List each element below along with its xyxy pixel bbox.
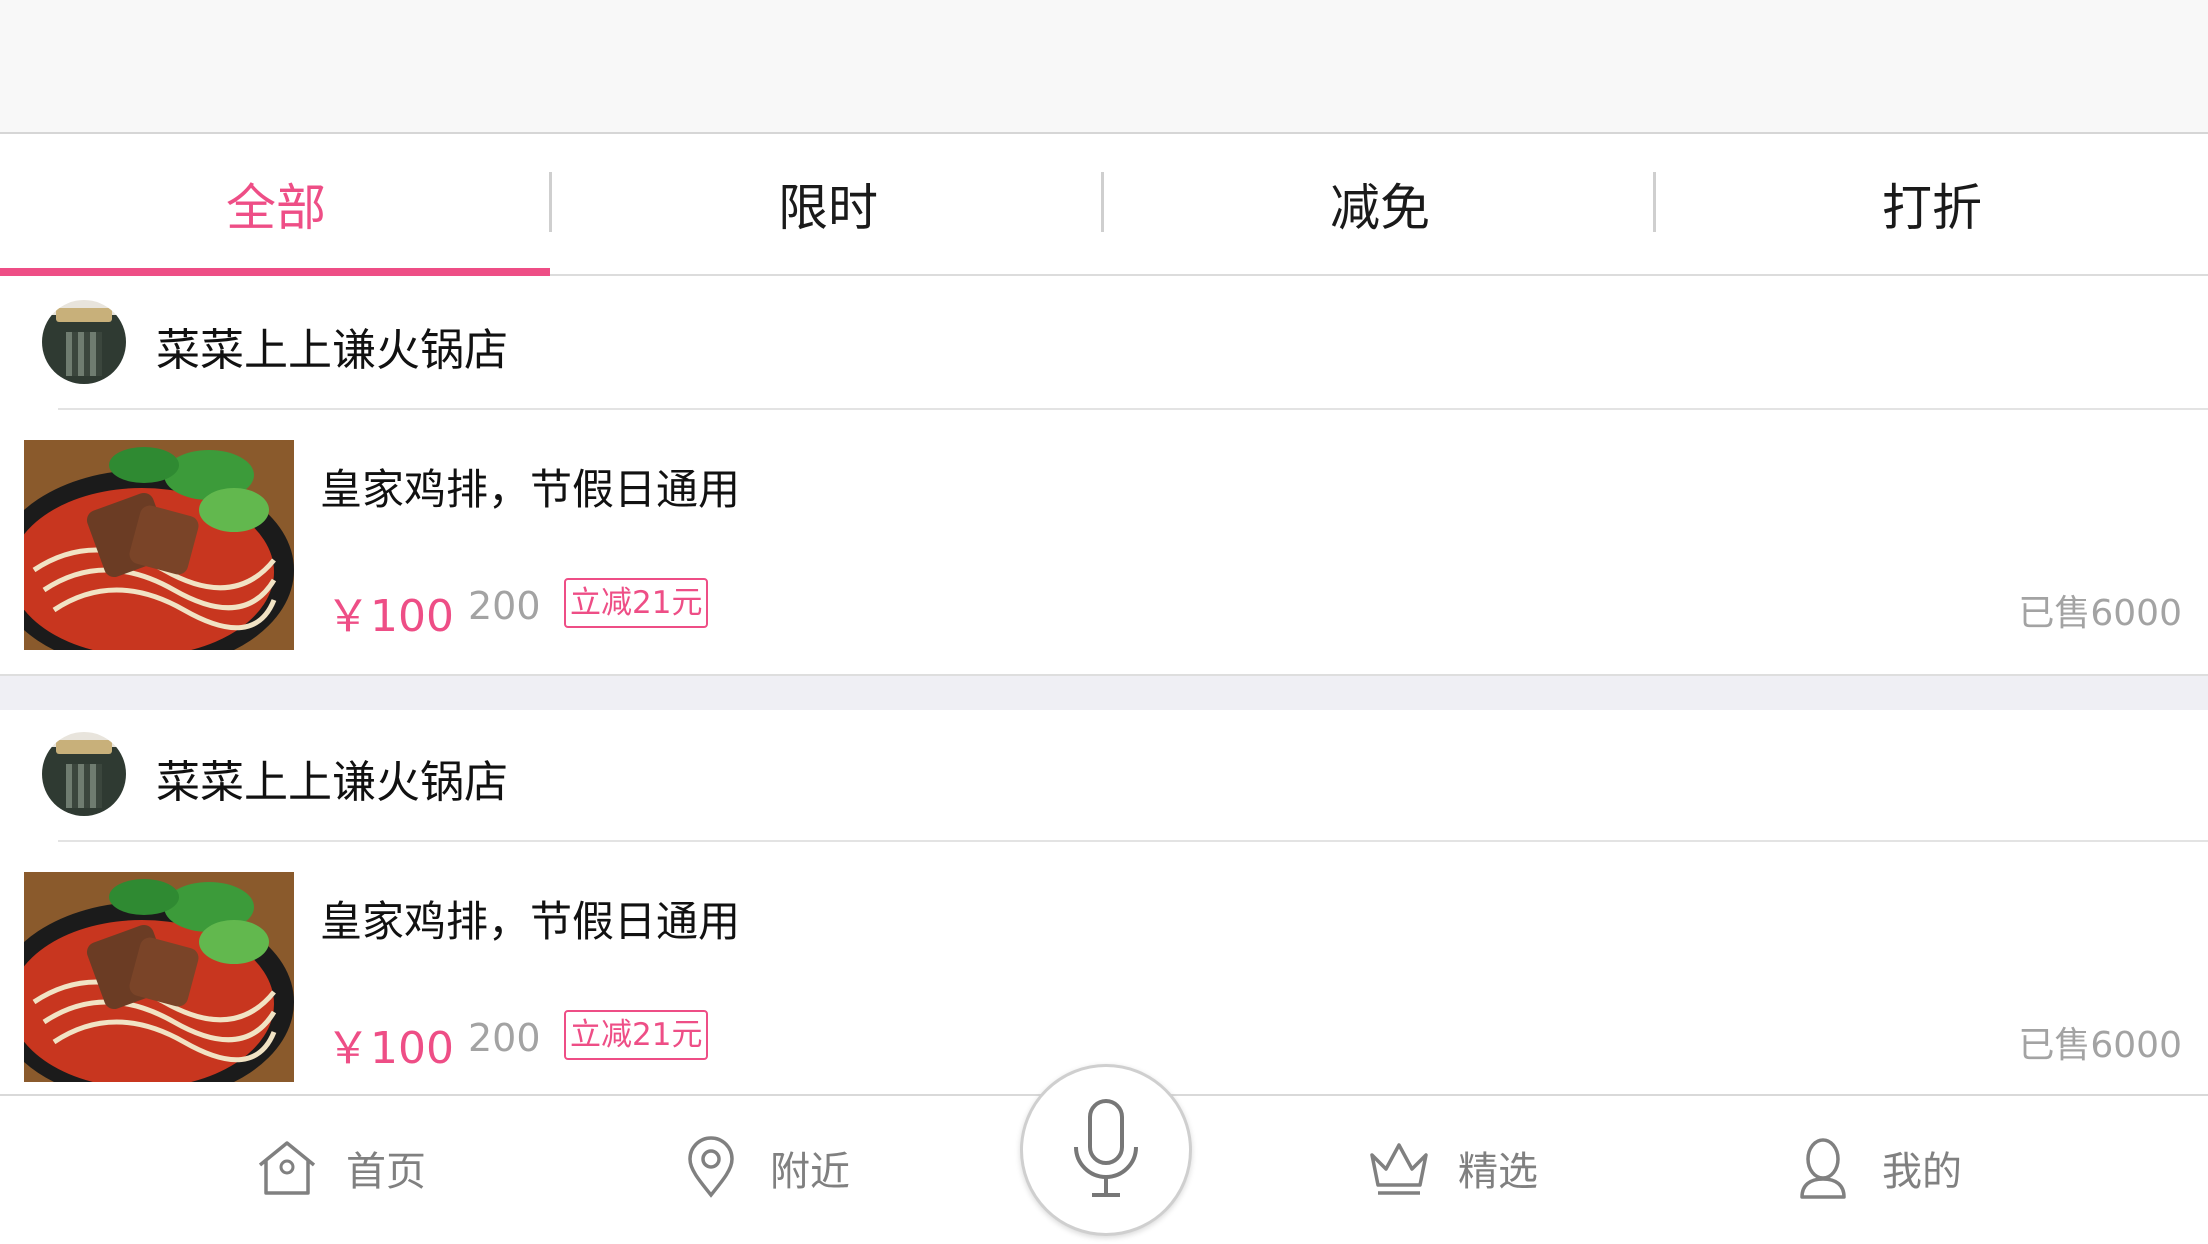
tab-all[interactable]: 全部 [0, 134, 552, 276]
deal-card[interactable]: 菜菜上上谦火锅店 皇家鸡排，节假日通用 ￥100 200 立减21元 已售600… [0, 710, 2208, 1104]
original-price: 200 [468, 1016, 541, 1060]
deal-thumbnail [24, 872, 294, 1082]
shop-row[interactable]: 菜菜上上谦火锅店 [0, 278, 2208, 408]
tab-label: 打折 [1882, 179, 1982, 237]
user-icon [1800, 1138, 1846, 1199]
deal-title: 皇家鸡排，节假日通用 [320, 897, 741, 946]
deal-price: ￥100 [326, 591, 454, 642]
deal-title: 皇家鸡排，节假日通用 [320, 465, 741, 514]
shop-name: 菜菜上上谦火锅店 [156, 325, 508, 376]
shop-name: 菜菜上上谦火锅店 [156, 757, 508, 808]
discount-badge: 立减21元 [564, 578, 709, 628]
section-gap [0, 674, 2208, 712]
shop-avatar [42, 732, 126, 816]
tab-label: 全部 [226, 179, 326, 237]
deal-card[interactable]: 菜菜上上谦火锅店 皇家鸡排，节假日通用 ￥100 200 立减21元 已售600… [0, 278, 2208, 672]
nav-label: 首页 [346, 1149, 426, 1195]
nav-mine[interactable]: 我的 [1790, 1122, 1962, 1214]
sold-count: 已售6000 [2018, 593, 2182, 634]
nav-nearby[interactable]: 附近 [678, 1122, 850, 1214]
microphone-icon [1074, 1099, 1138, 1197]
nav-home[interactable]: 首页 [254, 1122, 426, 1214]
divider [58, 840, 2208, 842]
voice-search-button[interactable] [1020, 1064, 1192, 1236]
top-bar [0, 0, 2208, 134]
shop-avatar [42, 300, 126, 384]
nav-label: 附近 [770, 1149, 850, 1195]
crown-icon [1370, 1143, 1428, 1195]
shop-row[interactable]: 菜菜上上谦火锅店 [0, 710, 2208, 840]
nav-label: 我的 [1882, 1149, 1962, 1195]
tab-limited-time[interactable]: 限时 [552, 134, 1104, 274]
tab-label: 减免 [1330, 179, 1430, 237]
tab-discount[interactable]: 打折 [1656, 134, 2208, 274]
filter-tabs: 全部 限时 减免 打折 [0, 134, 2208, 276]
deal-price: ￥100 [326, 1023, 454, 1074]
divider [58, 408, 2208, 410]
location-pin-icon [688, 1136, 734, 1198]
discount-badge: 立减21元 [564, 1010, 709, 1060]
deal-thumbnail [24, 440, 294, 650]
nav-featured[interactable]: 精选 [1366, 1122, 1538, 1214]
active-tab-indicator [0, 268, 550, 276]
nav-label: 精选 [1458, 1149, 1538, 1195]
sold-count: 已售6000 [2018, 1025, 2182, 1066]
tab-reduction[interactable]: 减免 [1104, 134, 1656, 274]
home-icon [258, 1141, 316, 1195]
tab-label: 限时 [778, 179, 878, 237]
original-price: 200 [468, 584, 541, 628]
